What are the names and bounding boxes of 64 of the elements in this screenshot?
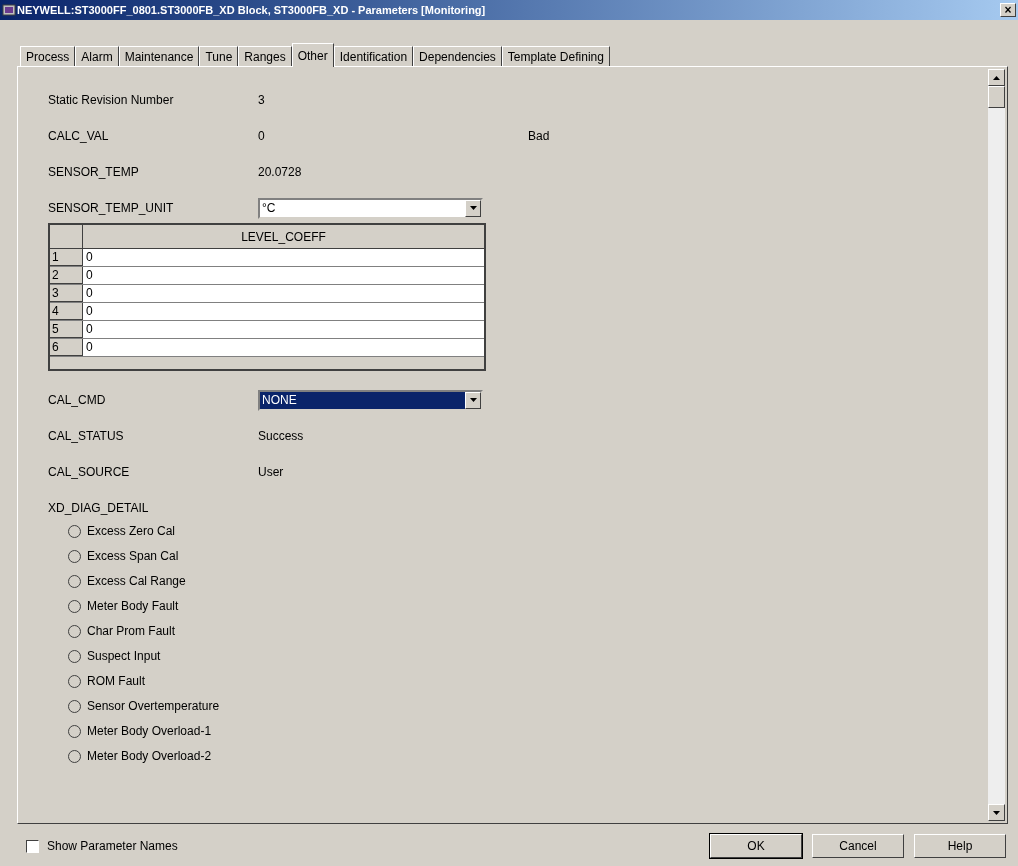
- parameter-label: CAL_STATUS: [48, 428, 125, 445]
- tab[interactable]: Alarm: [75, 46, 119, 66]
- row-header: 4: [50, 303, 83, 320]
- table-cell: 0: [83, 303, 484, 320]
- diagnostic-label: Meter Body Overload-2: [87, 748, 212, 765]
- up-arrow-icon: [993, 75, 1000, 80]
- checkbox-label: Show Parameter Names: [47, 838, 178, 855]
- parameter-label: SENSOR_TEMP_UNIT: [48, 200, 175, 217]
- diagnostic-label: Sensor Overtemperature: [87, 698, 220, 715]
- show-parameter-names-checkbox[interactable]: [26, 839, 39, 853]
- scroll-thumb[interactable]: [988, 86, 1005, 108]
- parameter-value: 0: [258, 128, 266, 145]
- table-cell: 0: [83, 249, 484, 266]
- row-header: 1: [50, 249, 83, 266]
- tab[interactable]: Maintenance: [118, 46, 200, 66]
- parameter-value: User: [258, 464, 285, 481]
- tab[interactable]: Identification: [333, 46, 414, 66]
- diagnostic-label: Excess Span Cal: [87, 548, 179, 565]
- dropdown[interactable]: °C: [258, 197, 483, 219]
- diagnostic-label: Excess Cal Range: [87, 573, 186, 590]
- parameter-value: Success: [258, 428, 305, 445]
- dropdown[interactable]: NONE: [258, 389, 483, 411]
- window-title: NEYWELL:ST3000FF_0801.ST3000FB_XD Block, ST3000FB_XD - Parameters [Monitoring]: [17, 2, 486, 18]
- table-cell: 0: [83, 321, 484, 338]
- tab[interactable]: Ranges: [238, 46, 292, 66]
- scroll-down-button[interactable]: [988, 804, 1005, 821]
- close-button[interactable]: ×: [1000, 3, 1016, 17]
- scroll-up-button[interactable]: [988, 69, 1005, 86]
- row-header: 6: [50, 339, 83, 356]
- table-cell: 0: [83, 339, 484, 356]
- diagnostic-label: Excess Zero Cal: [87, 523, 176, 540]
- parameter-value: 3: [258, 92, 266, 109]
- diagnostic-label: Meter Body Fault: [87, 598, 179, 615]
- parameter-label: Static Revision Number: [48, 92, 175, 109]
- table-cell: 0: [83, 267, 484, 284]
- tab[interactable]: Template Defining: [501, 46, 610, 66]
- parameter-label: CAL_CMD: [48, 392, 107, 409]
- diagnostic-label: Meter Body Overload-1: [87, 723, 212, 740]
- app-icon: [2, 3, 16, 17]
- column-header: LEVEL_COEFF: [241, 228, 326, 246]
- diagnostic-label: ROM Fault: [87, 673, 145, 690]
- diagnostic-label: Char Prom Fault: [87, 623, 176, 640]
- row-header: 3: [50, 285, 83, 302]
- vertical-scrollbar[interactable]: [988, 69, 1005, 821]
- dialog-button[interactable]: Cancel: [812, 834, 904, 858]
- tab[interactable]: Other: [291, 43, 334, 67]
- caret-icon: [469, 398, 477, 402]
- tab[interactable]: Process: [20, 46, 76, 66]
- row-header: 5: [50, 321, 83, 338]
- table-cell: 0: [83, 285, 484, 302]
- quality-status: Bad: [528, 128, 550, 145]
- parameter-label: CALC_VAL: [48, 128, 110, 145]
- diagnostic-label: Suspect Input: [87, 648, 161, 665]
- parameter-label: SENSOR_TEMP: [48, 164, 140, 181]
- tab[interactable]: Tune: [199, 46, 239, 66]
- caret-icon: [469, 206, 477, 210]
- parameter-value: 20.0728: [258, 164, 303, 181]
- dialog-button[interactable]: OK: [710, 834, 802, 858]
- down-arrow-icon: [993, 810, 1000, 815]
- dialog-button[interactable]: Help: [914, 834, 1006, 858]
- row-header: 2: [50, 267, 83, 284]
- parameter-label: XD_DIAG_DETAIL: [48, 500, 150, 517]
- parameter-label: CAL_SOURCE: [48, 464, 131, 481]
- tab[interactable]: Dependencies: [413, 46, 502, 66]
